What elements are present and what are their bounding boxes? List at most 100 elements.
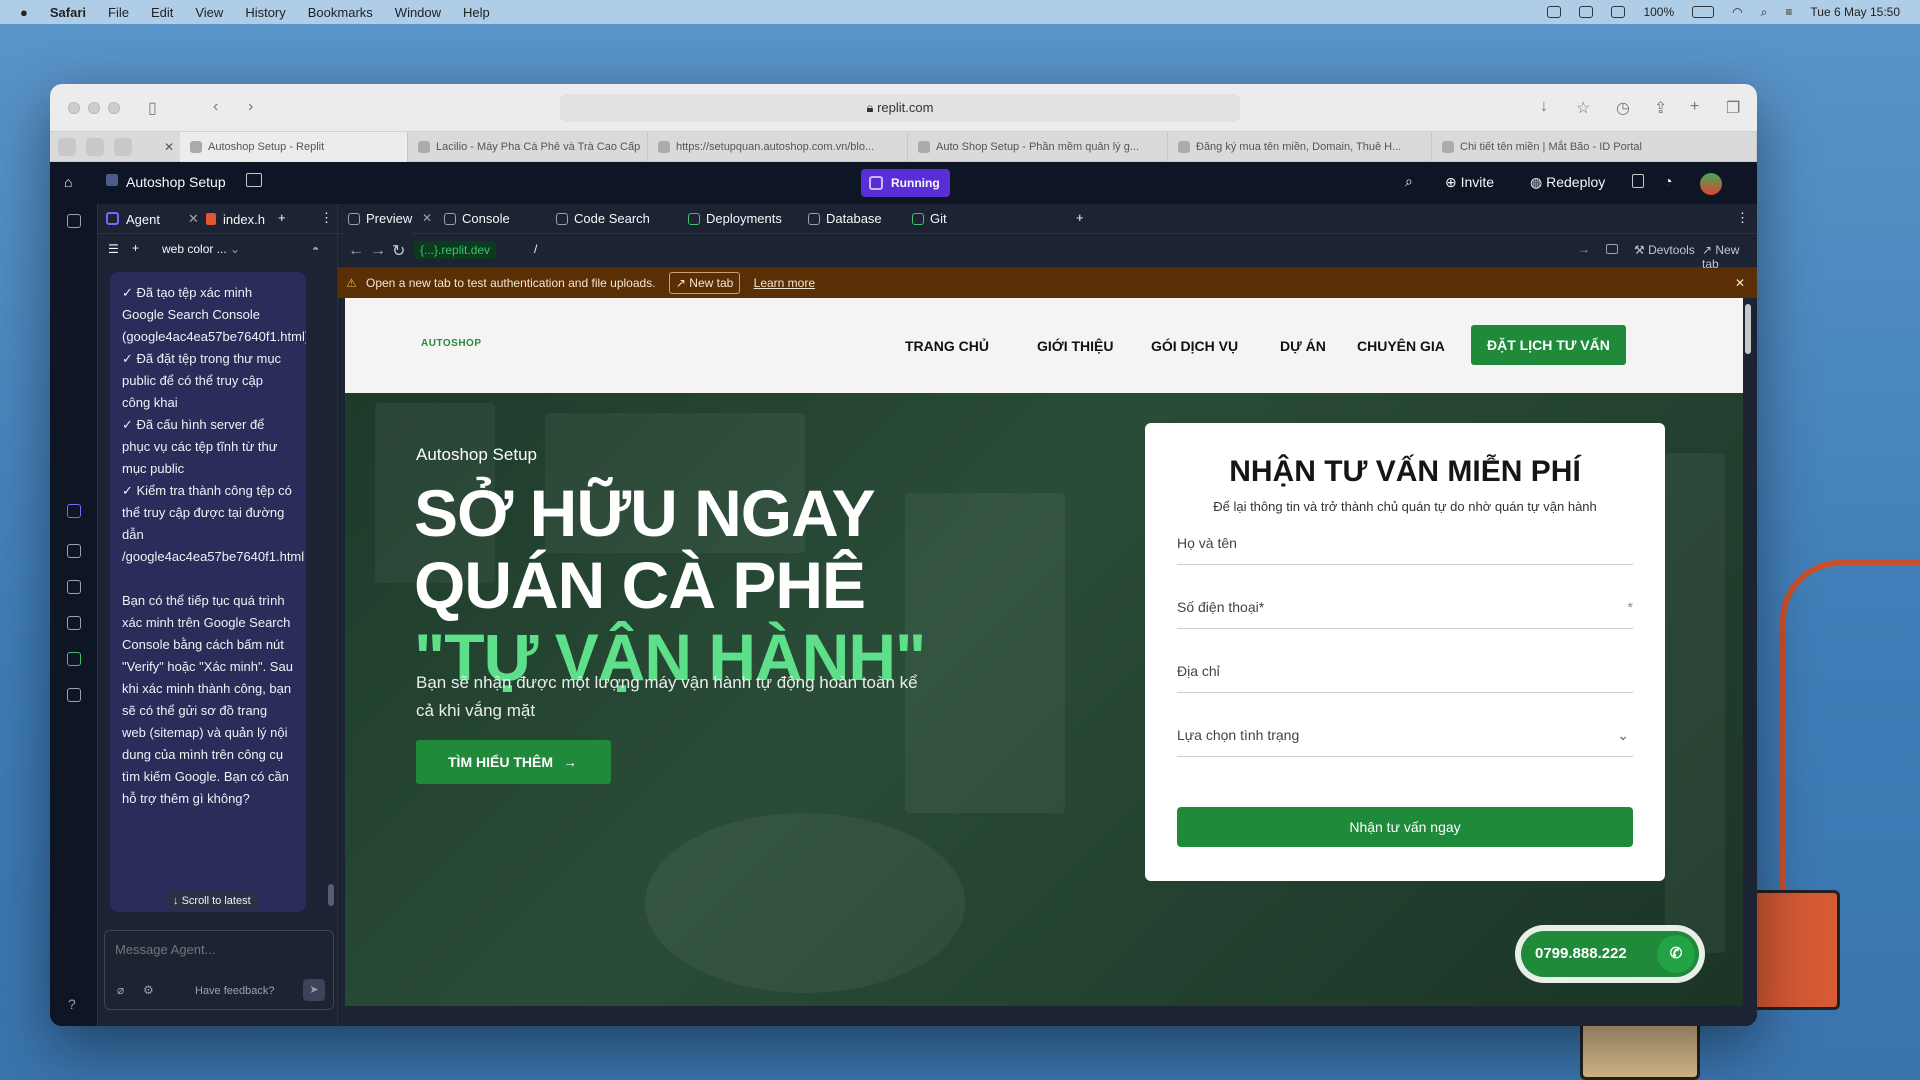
- tab-database[interactable]: Database: [804, 204, 882, 234]
- console-icon[interactable]: [67, 580, 81, 594]
- nav-about[interactable]: GIỚI THIỆU: [1037, 338, 1114, 354]
- book-consultation-button[interactable]: ĐẶT LỊCH TƯ VẤN: [1471, 325, 1626, 365]
- download-icon[interactable]: ↓: [1540, 98, 1548, 116]
- minimize-window-button[interactable]: [88, 102, 100, 114]
- browser-tab[interactable]: Autoshop Setup - Replit: [180, 132, 408, 162]
- add-tab-icon[interactable]: +: [278, 210, 286, 225]
- address-field[interactable]: Địa chỉ: [1177, 649, 1633, 693]
- tab-code-search[interactable]: Code Search: [552, 204, 650, 234]
- status-icon[interactable]: [1611, 6, 1626, 18]
- more-icon[interactable]: ⋮: [1736, 210, 1749, 226]
- redeploy-button[interactable]: ◍ Redeploy: [1530, 174, 1605, 191]
- forward-icon[interactable]: ›: [248, 98, 253, 116]
- menubar-app[interactable]: Safari: [50, 5, 86, 20]
- home-icon[interactable]: ⌂: [64, 174, 72, 190]
- back-icon[interactable]: ←: [348, 242, 364, 260]
- site-logo[interactable]: AUTOSHOP: [421, 338, 482, 349]
- dev-url-badge[interactable]: {...}.replit.dev: [414, 241, 497, 259]
- browser-tab[interactable]: Chi tiết tên miền | Mắt Bão - ID Portal: [1432, 132, 1757, 162]
- go-icon[interactable]: →: [1578, 242, 1590, 256]
- send-button[interactable]: ➤: [303, 979, 325, 1001]
- chevron-down-icon[interactable]: ⌄: [230, 242, 240, 256]
- scroll-to-latest-button[interactable]: ↓ Scroll to latest: [165, 892, 259, 910]
- pinned-tab[interactable]: [58, 138, 76, 156]
- close-icon[interactable]: ✕: [1735, 268, 1745, 298]
- tab-git[interactable]: Git: [908, 204, 947, 234]
- preview-scrollbar[interactable]: [1745, 304, 1751, 354]
- attach-icon[interactable]: ⌀: [117, 983, 124, 997]
- tab-deployments[interactable]: Deployments: [684, 204, 782, 234]
- nav-experts[interactable]: CHUYÊN GIA: [1357, 338, 1445, 354]
- nav-home[interactable]: TRANG CHỦ: [905, 338, 989, 354]
- browser-tab[interactable]: Auto Shop Setup - Phần mềm quản lý g...: [908, 132, 1168, 162]
- name-field[interactable]: Họ và tên: [1177, 521, 1633, 565]
- browser-tab[interactable]: Lacilio - Máy Pha Cà Phê và Trà Cao Cấp: [408, 132, 648, 162]
- tab-overview-icon[interactable]: ❐: [1726, 98, 1740, 118]
- pinned-tab[interactable]: [86, 138, 104, 156]
- new-tab-icon[interactable]: +: [1690, 98, 1699, 116]
- menu-file[interactable]: File: [108, 5, 129, 20]
- sidebar-icon[interactable]: ▯: [148, 98, 157, 118]
- control-center-icon[interactable]: ≡: [1785, 5, 1792, 19]
- close-tab-icon[interactable]: ✕: [422, 211, 432, 225]
- forward-icon[interactable]: →: [370, 242, 386, 260]
- chat-scrollbar[interactable]: [328, 884, 334, 906]
- address-bar[interactable]: 🔒︎ replit.com: [560, 94, 1240, 122]
- reload-icon[interactable]: ↻: [392, 241, 405, 261]
- close-window-button[interactable]: [68, 102, 80, 114]
- project-settings-icon[interactable]: [246, 173, 262, 187]
- deploy-menu-icon[interactable]: [1632, 174, 1644, 188]
- settings-icon[interactable]: ⚙: [143, 983, 154, 997]
- all-tools-icon[interactable]: [67, 688, 81, 702]
- run-status-button[interactable]: Running: [861, 169, 950, 197]
- nav-projects[interactable]: DỰ ÁN: [1280, 338, 1326, 354]
- tab-preview[interactable]: Preview: [344, 204, 413, 234]
- screen-size-icon[interactable]: [1606, 244, 1618, 254]
- menu-view[interactable]: View: [195, 5, 223, 20]
- tab-console[interactable]: Console: [440, 204, 510, 234]
- phone-field[interactable]: Số điện thoại* *: [1177, 585, 1633, 629]
- status-select[interactable]: Lựa chọn tình trạng ⌄: [1177, 713, 1633, 757]
- submit-button[interactable]: Nhận tư vấn ngay: [1177, 807, 1633, 847]
- search-icon[interactable]: ⌕: [1761, 5, 1768, 20]
- help-icon[interactable]: ?: [68, 996, 76, 1012]
- clock[interactable]: Tue 6 May 15:50: [1810, 5, 1900, 19]
- learn-more-link[interactable]: Learn more: [754, 276, 815, 290]
- more-icon[interactable]: ⋮: [320, 210, 333, 226]
- learn-more-button[interactable]: TÌM HIỂU THÊM →: [416, 740, 611, 784]
- history-icon[interactable]: ◷: [1616, 98, 1630, 118]
- tab-agent[interactable]: Agent: [126, 212, 160, 227]
- message-input[interactable]: [115, 939, 315, 959]
- tab-file[interactable]: index.h: [223, 212, 265, 227]
- project-name[interactable]: Autoshop Setup: [126, 174, 226, 190]
- new-tab-button[interactable]: ↗ New tab: [1702, 243, 1757, 271]
- add-tab-icon[interactable]: +: [1076, 210, 1084, 225]
- zoom-window-button[interactable]: [108, 102, 120, 114]
- deployments-icon[interactable]: [67, 652, 81, 666]
- close-tab-icon[interactable]: ✕: [188, 211, 199, 227]
- wifi-icon[interactable]: ◠: [1732, 5, 1742, 19]
- close-tab-icon[interactable]: ✕: [164, 140, 174, 154]
- share-icon[interactable]: ⇪: [1654, 98, 1667, 118]
- pinned-tab[interactable]: [114, 138, 132, 156]
- thread-title[interactable]: web color ...: [162, 242, 227, 256]
- warning-new-tab-button[interactable]: ↗ New tab: [668, 272, 741, 294]
- search-icon[interactable]: ⌕: [1405, 173, 1413, 190]
- apple-icon[interactable]: ●: [20, 5, 28, 20]
- back-icon[interactable]: ‹: [213, 98, 218, 116]
- menu-help[interactable]: Help: [463, 5, 490, 20]
- bell-icon[interactable]: ◔: [1664, 173, 1672, 189]
- menu-history[interactable]: History: [245, 5, 285, 20]
- battery-icon[interactable]: [1692, 6, 1715, 18]
- nav-packages[interactable]: GÓI DỊCH VỤ: [1151, 338, 1238, 354]
- files-icon[interactable]: [67, 214, 81, 228]
- star-icon[interactable]: ☆: [1576, 98, 1590, 118]
- invite-button[interactable]: ⊕ Invite: [1445, 174, 1494, 191]
- avatar[interactable]: [1700, 173, 1722, 195]
- status-icon[interactable]: [1547, 6, 1562, 18]
- history-icon[interactable]: ◓: [312, 242, 319, 256]
- new-chat-icon[interactable]: +: [132, 241, 139, 255]
- menu-bookmarks[interactable]: Bookmarks: [308, 5, 373, 20]
- agent-icon[interactable]: [67, 504, 81, 518]
- menu-edit[interactable]: Edit: [151, 5, 173, 20]
